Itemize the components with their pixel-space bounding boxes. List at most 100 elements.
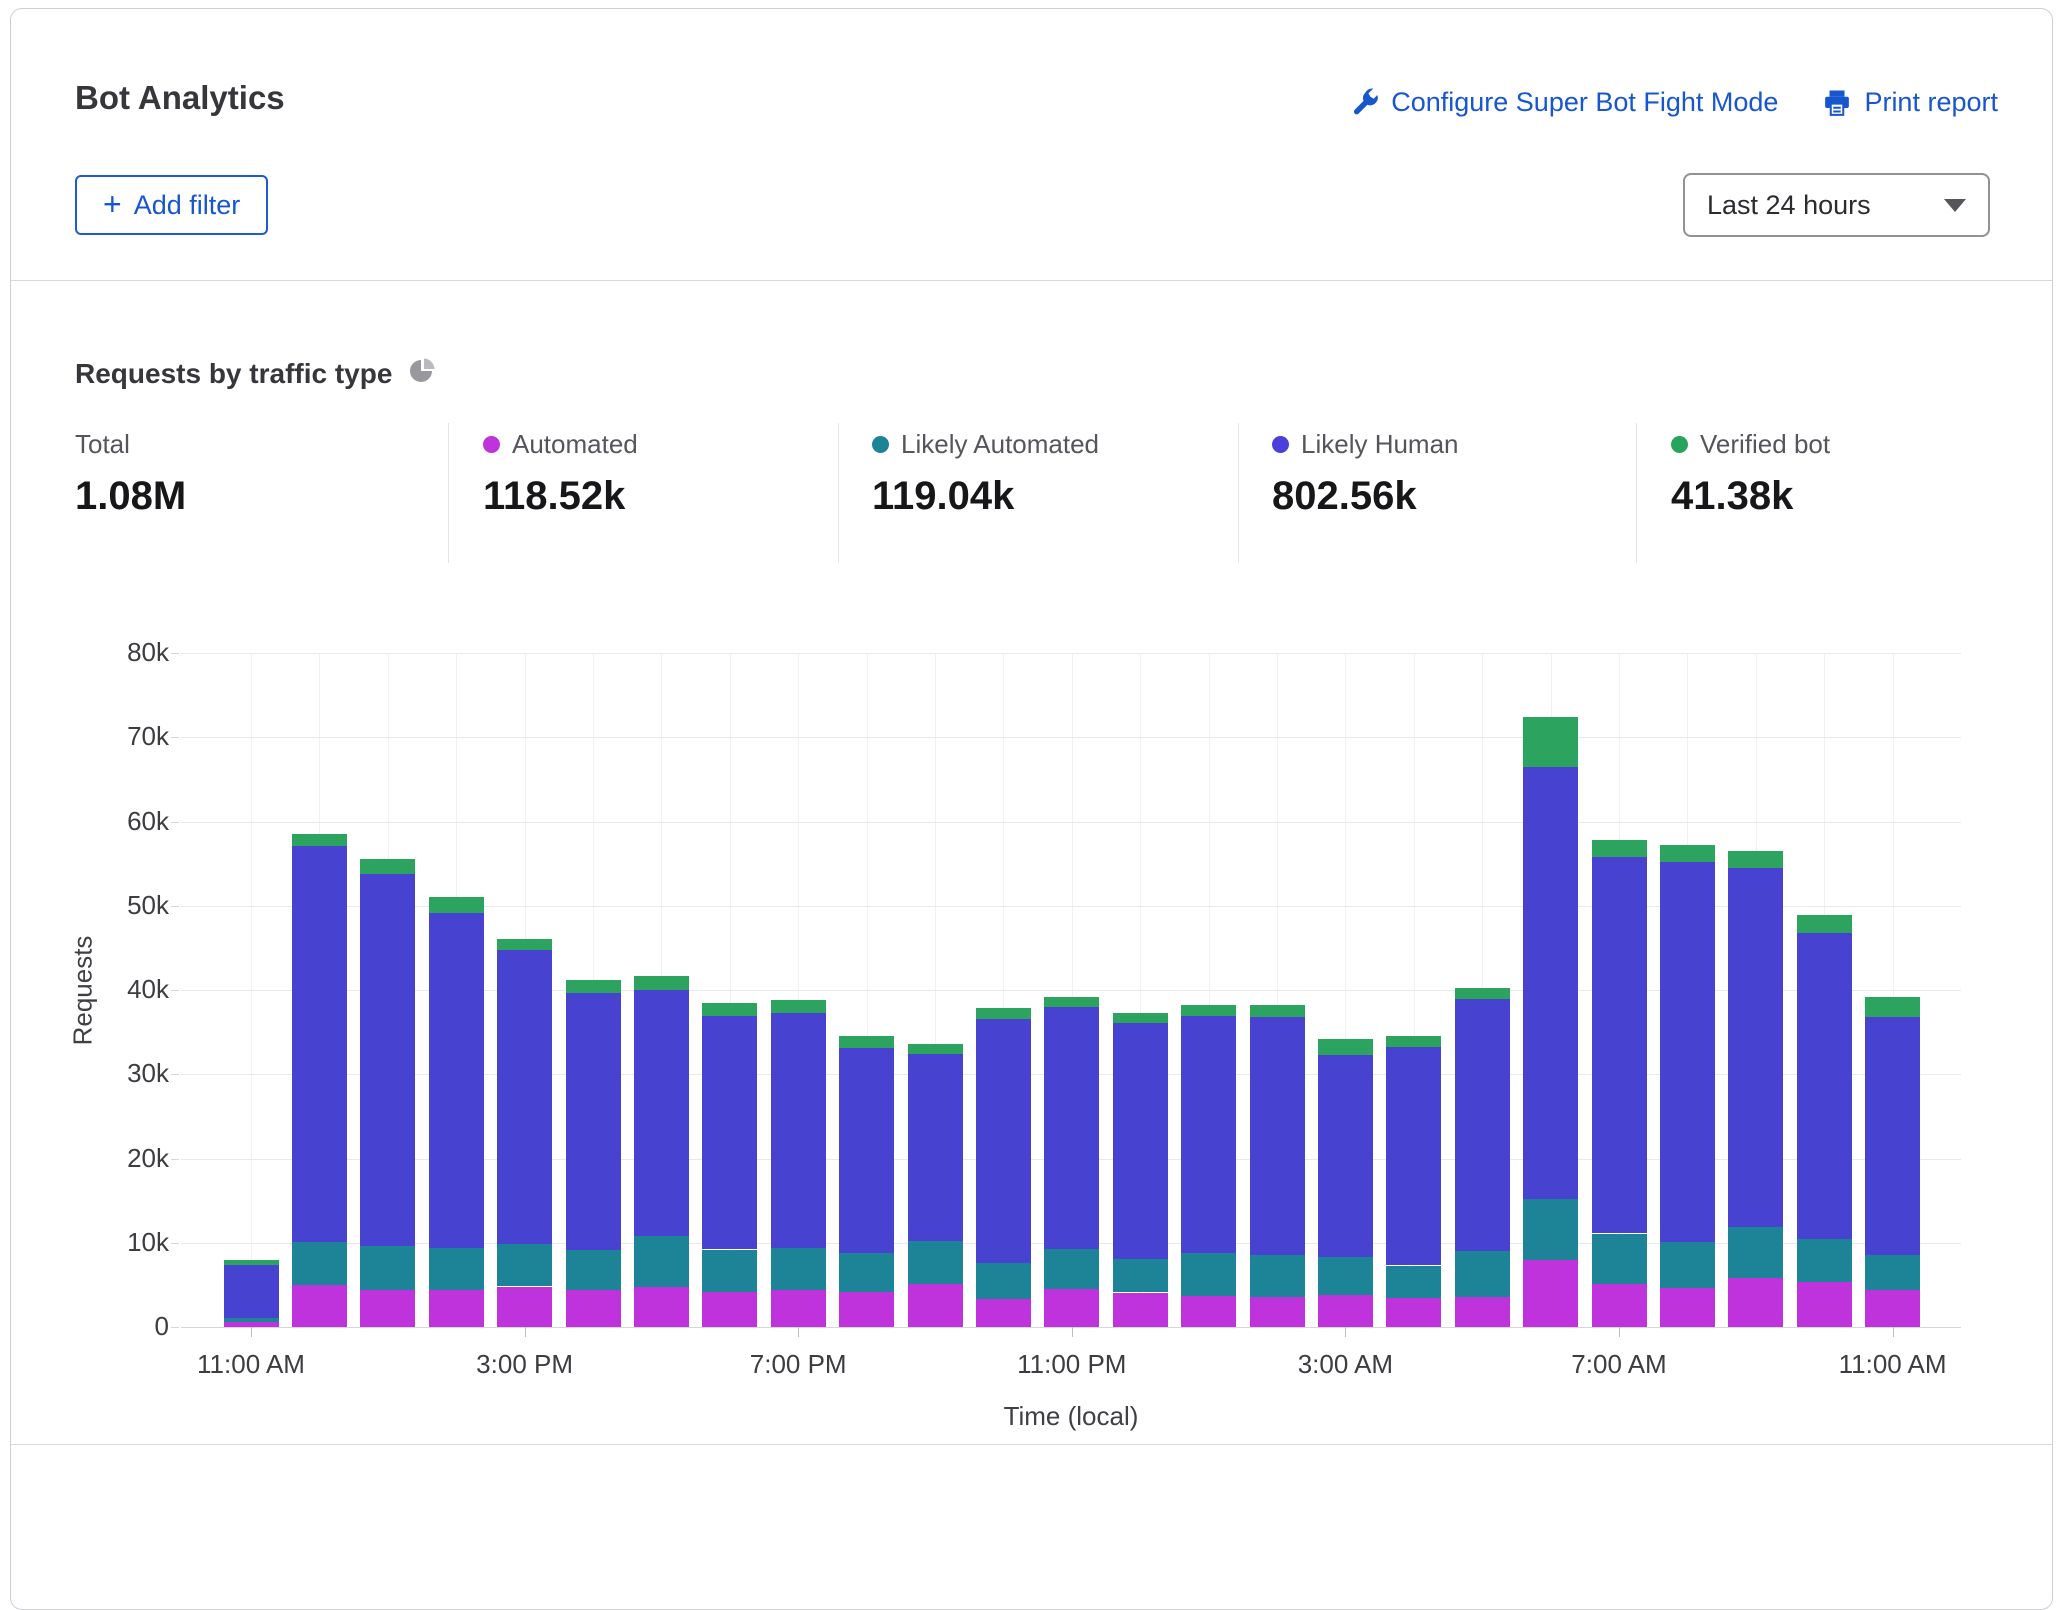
bar-segment-verified-bot[interactable] [1728, 851, 1783, 868]
bar-segment-verified-bot[interactable] [1250, 1005, 1305, 1017]
bar-segment-automated[interactable] [1250, 1297, 1305, 1327]
bar-segment-automated[interactable] [1728, 1278, 1783, 1327]
bar-segment-automated[interactable] [429, 1290, 484, 1327]
bar-segment-likely-automated[interactable] [1728, 1227, 1783, 1278]
bar-segment-likely-automated[interactable] [908, 1241, 963, 1284]
bar-segment-verified-bot[interactable] [1660, 845, 1715, 862]
bar-segment-likely-automated[interactable] [702, 1250, 757, 1292]
bar-segment-automated[interactable] [1455, 1297, 1510, 1327]
bar-segment-likely-human[interactable] [292, 846, 347, 1242]
bar-segment-verified-bot[interactable] [497, 939, 552, 951]
bar-segment-likely-automated[interactable] [1386, 1266, 1441, 1299]
bar-segment-likely-human[interactable] [634, 990, 689, 1236]
bar-segment-automated[interactable] [1660, 1288, 1715, 1327]
bar-segment-likely-human[interactable] [1865, 1017, 1920, 1255]
bar-segment-likely-automated[interactable] [1592, 1234, 1647, 1285]
bar-segment-likely-human[interactable] [1592, 857, 1647, 1234]
bar-segment-likely-automated[interactable] [497, 1244, 552, 1286]
bar-segment-likely-automated[interactable] [1797, 1239, 1852, 1282]
bar-segment-likely-human[interactable] [1250, 1017, 1305, 1255]
bar-segment-likely-human[interactable] [1797, 933, 1852, 1240]
bar-segment-likely-human[interactable] [566, 993, 621, 1250]
bar-segment-verified-bot[interactable] [702, 1003, 757, 1017]
bar-segment-likely-human[interactable] [1044, 1007, 1099, 1249]
bar-segment-likely-human[interactable] [224, 1265, 279, 1318]
bar-segment-automated[interactable] [360, 1290, 415, 1327]
bar-segment-automated[interactable] [1386, 1298, 1441, 1327]
bar-segment-automated[interactable] [1592, 1284, 1647, 1327]
bar-segment-verified-bot[interactable] [429, 897, 484, 913]
bar-segment-automated[interactable] [1797, 1282, 1852, 1327]
bar-segment-likely-automated[interactable] [634, 1236, 689, 1287]
bar-segment-likely-human[interactable] [1728, 868, 1783, 1227]
bar-segment-likely-automated[interactable] [292, 1242, 347, 1285]
bar-segment-likely-human[interactable] [429, 913, 484, 1248]
bar-segment-verified-bot[interactable] [976, 1008, 1031, 1019]
bar-segment-verified-bot[interactable] [1113, 1013, 1168, 1023]
bar-segment-automated[interactable] [634, 1287, 689, 1327]
bar-segment-likely-human[interactable] [497, 950, 552, 1244]
bar-segment-likely-automated[interactable] [1113, 1259, 1168, 1293]
bar-segment-verified-bot[interactable] [224, 1260, 279, 1265]
bar-segment-automated[interactable] [1865, 1290, 1920, 1327]
time-range-select[interactable]: Last 24 hours [1683, 173, 1990, 237]
bar-segment-likely-automated[interactable] [1660, 1242, 1715, 1288]
bar-segment-verified-bot[interactable] [634, 976, 689, 990]
bar-segment-likely-human[interactable] [1660, 862, 1715, 1242]
bar-segment-likely-human[interactable] [1318, 1055, 1373, 1257]
bar-segment-automated[interactable] [292, 1285, 347, 1327]
bar-segment-verified-bot[interactable] [566, 980, 621, 994]
bar-segment-likely-human[interactable] [1386, 1046, 1441, 1265]
bar-segment-verified-bot[interactable] [908, 1044, 963, 1054]
bar-segment-automated[interactable] [566, 1290, 621, 1327]
bar-segment-automated[interactable] [1113, 1293, 1168, 1328]
bar-segment-likely-automated[interactable] [429, 1248, 484, 1290]
bar-segment-likely-automated[interactable] [839, 1253, 894, 1292]
bar-segment-likely-human[interactable] [1523, 767, 1578, 1199]
bar-segment-likely-automated[interactable] [1044, 1249, 1099, 1289]
bar-segment-likely-automated[interactable] [224, 1318, 279, 1322]
bar-segment-likely-automated[interactable] [1181, 1253, 1236, 1296]
bar-segment-likely-automated[interactable] [976, 1263, 1031, 1299]
bar-segment-likely-human[interactable] [1113, 1023, 1168, 1259]
bar-segment-automated[interactable] [976, 1299, 1031, 1327]
bar-segment-verified-bot[interactable] [360, 859, 415, 873]
bar-segment-likely-human[interactable] [771, 1013, 826, 1248]
bar-segment-likely-human[interactable] [1181, 1016, 1236, 1253]
bar-segment-verified-bot[interactable] [1523, 717, 1578, 767]
bar-segment-verified-bot[interactable] [1455, 988, 1510, 999]
bar-segment-likely-automated[interactable] [771, 1248, 826, 1290]
bar-segment-automated[interactable] [702, 1292, 757, 1327]
bar-segment-likely-human[interactable] [1455, 998, 1510, 1251]
bar-segment-automated[interactable] [839, 1292, 894, 1327]
bar-segment-likely-human[interactable] [360, 874, 415, 1246]
bar-segment-automated[interactable] [1318, 1295, 1373, 1327]
bar-segment-likely-automated[interactable] [1318, 1257, 1373, 1295]
bar-segment-automated[interactable] [908, 1284, 963, 1327]
bar-segment-likely-human[interactable] [839, 1048, 894, 1253]
bar-segment-likely-automated[interactable] [566, 1250, 621, 1290]
bar-segment-verified-bot[interactable] [1865, 997, 1920, 1017]
bar-segment-likely-automated[interactable] [1250, 1255, 1305, 1296]
bar-segment-verified-bot[interactable] [1318, 1039, 1373, 1055]
configure-super-bot-fight-mode-link[interactable]: Configure Super Bot Fight Mode [1349, 87, 1778, 118]
bar-segment-automated[interactable] [1523, 1260, 1578, 1327]
bar-segment-likely-automated[interactable] [360, 1246, 415, 1290]
bar-segment-verified-bot[interactable] [1797, 915, 1852, 933]
print-report-link[interactable]: Print report [1822, 87, 1998, 118]
bar-segment-verified-bot[interactable] [1386, 1036, 1441, 1047]
bar-segment-likely-automated[interactable] [1865, 1255, 1920, 1290]
bar-segment-verified-bot[interactable] [1181, 1005, 1236, 1016]
bar-segment-automated[interactable] [1181, 1296, 1236, 1327]
bar-segment-likely-human[interactable] [702, 1016, 757, 1249]
bar-segment-verified-bot[interactable] [1044, 997, 1099, 1007]
bar-segment-verified-bot[interactable] [771, 1000, 826, 1013]
bar-segment-likely-human[interactable] [976, 1019, 1031, 1263]
add-filter-button[interactable]: + Add filter [75, 175, 268, 235]
bar-segment-likely-human[interactable] [908, 1054, 963, 1241]
bar-segment-likely-automated[interactable] [1523, 1199, 1578, 1260]
bar-segment-verified-bot[interactable] [839, 1036, 894, 1048]
bar-segment-verified-bot[interactable] [1592, 840, 1647, 857]
bar-segment-verified-bot[interactable] [292, 834, 347, 846]
bar-segment-likely-automated[interactable] [1455, 1251, 1510, 1297]
